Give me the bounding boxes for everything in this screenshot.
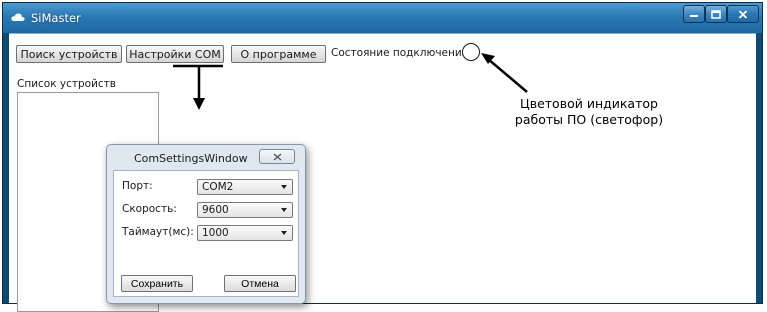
maximize-icon [711,9,721,19]
close-button[interactable] [727,5,759,23]
title-bar[interactable]: SiMaster [3,3,762,33]
timeout-select[interactable]: 1000 [197,225,293,241]
speed-select[interactable]: 9600 [197,202,293,218]
close-icon [738,9,748,19]
dialog-title: ComSettingsWindow [134,152,248,165]
dialog-body: Порт: COM2 Скорость: 9600 Таймаут(мс): 1… [113,170,299,297]
chevron-down-icon [281,185,287,189]
minimize-button[interactable] [683,5,705,23]
main-window: SiMaster Поиск устройств Настройки COM О… [2,2,763,312]
arrow-to-indicator [487,58,528,93]
cancel-button[interactable]: Отмена [224,275,296,292]
port-value: COM2 [202,181,234,193]
close-icon [273,153,281,160]
com-settings-dialog: ComSettingsWindow Порт: COM2 Скорость: 9… [106,144,306,304]
save-button[interactable]: Сохранить [121,275,193,292]
cloud-icon [11,13,25,21]
arrow-to-dialog-head [193,98,205,110]
port-label: Порт: [122,180,153,192]
maximize-button[interactable] [705,5,727,23]
minimize-icon [690,15,698,17]
speed-value: 9600 [202,204,229,216]
chevron-down-icon [281,231,287,235]
timeout-value: 1000 [202,227,229,239]
client-area: Поиск устройств Настройки COM О программ… [9,33,756,312]
window-title: SiMaster [31,11,81,25]
dialog-close-button[interactable] [259,149,295,164]
timeout-label: Таймаут(мс): [122,226,194,238]
chevron-down-icon [281,208,287,212]
port-select[interactable]: COM2 [197,179,293,195]
speed-label: Скорость: [122,203,177,215]
